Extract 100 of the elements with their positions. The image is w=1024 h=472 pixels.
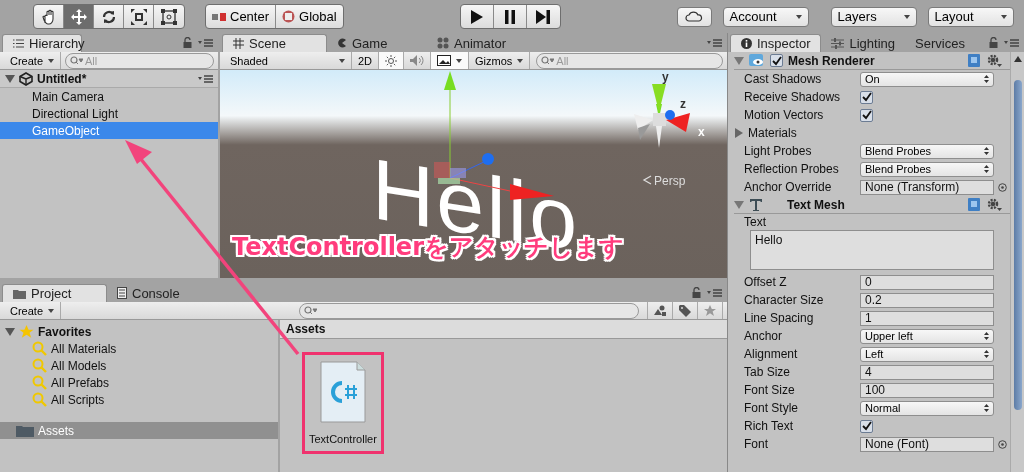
- search-icon: [32, 392, 47, 407]
- menu-icon[interactable]: [198, 73, 214, 84]
- number-field[interactable]: 100: [860, 382, 994, 398]
- dropdown[interactable]: Normal: [860, 400, 994, 416]
- favorite-item[interactable]: All Materials: [51, 341, 117, 356]
- favorite-item[interactable]: All Scripts: [51, 392, 105, 407]
- property-label: Rich Text: [743, 419, 795, 433]
- shading-dropdown[interactable]: Shaded: [224, 52, 352, 69]
- foldout-arrow-icon[interactable]: [735, 128, 743, 138]
- dropdown[interactable]: On: [860, 71, 994, 87]
- scrollbar[interactable]: [1010, 52, 1024, 472]
- chevron-icon: [642, 175, 652, 185]
- target-icon[interactable]: [998, 182, 1007, 192]
- move-arrows-icon: [69, 7, 88, 26]
- view-tab[interactable]: Scene: [222, 34, 327, 52]
- target-icon[interactable]: [998, 439, 1007, 449]
- search-placeholder: All: [556, 54, 569, 67]
- dropdown[interactable]: Blend Probes: [860, 161, 994, 177]
- inspector-tab[interactable]: Inspector: [730, 34, 822, 52]
- property-label: Font: [743, 437, 769, 451]
- dropdown[interactable]: Left: [860, 346, 994, 362]
- search-icon: [304, 306, 317, 315]
- tool-button[interactable]: [64, 5, 94, 28]
- toggle-button[interactable]: Global: [276, 5, 343, 28]
- checkbox[interactable]: [770, 54, 783, 67]
- lighting-toggle[interactable]: [379, 52, 405, 69]
- toggle-button[interactable]: Center: [206, 5, 277, 28]
- property-label: Cast Shadows: [743, 72, 823, 86]
- menu-icon[interactable]: [707, 287, 723, 298]
- checkbox[interactable]: [860, 419, 873, 433]
- checkbox[interactable]: [860, 108, 873, 122]
- cloud-button[interactable]: [676, 6, 712, 27]
- lock-icon[interactable]: [183, 37, 192, 48]
- account-dropdown[interactable]: Account: [722, 6, 809, 27]
- dropdown[interactable]: Upper left: [860, 328, 994, 344]
- asset-tile[interactable]: TextController: [302, 352, 384, 454]
- search-icon: [32, 341, 47, 356]
- property-label: Motion Vectors: [743, 108, 825, 122]
- inspector-tab[interactable]: Services: [905, 34, 975, 52]
- property-label: Materials: [748, 126, 797, 140]
- number-field[interactable]: 1: [860, 310, 994, 326]
- axis-label: x: [698, 125, 705, 139]
- gear-icon[interactable]: [987, 198, 1002, 211]
- dropdown[interactable]: Blend Probes: [860, 143, 994, 159]
- pause-icon: [504, 9, 515, 24]
- search-field[interactable]: [299, 302, 639, 319]
- property-label: Receive Shadows: [743, 90, 842, 104]
- nodes-icon: [437, 37, 449, 49]
- updown-icon: [984, 147, 989, 155]
- menu-icon[interactable]: [707, 38, 723, 48]
- property-label: Font Style: [743, 401, 800, 415]
- hierarchy-item[interactable]: GameObject: [0, 122, 218, 139]
- projection-label[interactable]: Persp: [654, 174, 686, 188]
- layout-dropdown[interactable]: Layout: [927, 6, 1014, 27]
- lock-icon[interactable]: [692, 287, 701, 298]
- property-label: Light Probes: [743, 144, 813, 158]
- object-field[interactable]: None (Font): [860, 436, 994, 452]
- scale-icon: [129, 7, 148, 26]
- favorites-label[interactable]: Favorites: [38, 324, 92, 339]
- panel-tab[interactable]: Console: [107, 284, 207, 302]
- panel-tab[interactable]: Project: [2, 284, 107, 302]
- scrollbar-thumb[interactable]: [1013, 80, 1022, 410]
- menu-icon[interactable]: [198, 37, 214, 48]
- up-arrow-icon[interactable]: [1013, 56, 1022, 62]
- caret-icon: [903, 14, 910, 19]
- property-label: Text: [743, 214, 767, 229]
- component-title: Mesh Renderer: [788, 53, 875, 68]
- number-field[interactable]: 0: [860, 274, 994, 290]
- star-icon: [19, 324, 34, 339]
- property-label: Alignment: [743, 347, 799, 361]
- axis-label: z: [680, 97, 686, 111]
- lock-icon[interactable]: [989, 37, 998, 48]
- gizmos-dropdown[interactable]: Gizmos: [469, 52, 531, 69]
- scene-name[interactable]: Untitled*: [37, 71, 87, 86]
- inspector-tab[interactable]: Lighting: [821, 34, 906, 52]
- favorite-item[interactable]: All Models: [51, 358, 107, 373]
- view-tab[interactable]: Game: [327, 34, 427, 52]
- hierarchy-item[interactable]: Main Camera: [0, 88, 218, 105]
- gear-icon[interactable]: [987, 54, 1002, 67]
- create-dropdown[interactable]: Create: [4, 52, 62, 69]
- object-field[interactable]: None (Transform): [860, 179, 994, 195]
- favorite-item[interactable]: All Prefabs: [51, 375, 110, 390]
- text-area[interactable]: Hello: [750, 230, 994, 270]
- menu-icon[interactable]: [1004, 37, 1020, 48]
- view-tab[interactable]: Animator: [427, 34, 537, 52]
- cloud-icon: [685, 11, 704, 22]
- expand-arrow-icon[interactable]: [5, 74, 15, 83]
- caret-icon: [48, 308, 55, 313]
- number-field[interactable]: 0.2: [860, 292, 994, 308]
- number-field[interactable]: 4: [860, 364, 994, 380]
- effects-dropdown[interactable]: [431, 52, 470, 69]
- checkbox[interactable]: [860, 90, 873, 104]
- caret-icon: [517, 58, 524, 63]
- caret-icon: [456, 58, 463, 63]
- create-dropdown[interactable]: Create: [4, 302, 62, 319]
- hierarchy-item[interactable]: Directional Light: [0, 105, 218, 122]
- document-icon: [117, 287, 127, 299]
- filter-type-button[interactable]: [647, 302, 673, 319]
- caret-icon: [1000, 14, 1007, 19]
- layers-dropdown[interactable]: Layers: [830, 6, 917, 27]
